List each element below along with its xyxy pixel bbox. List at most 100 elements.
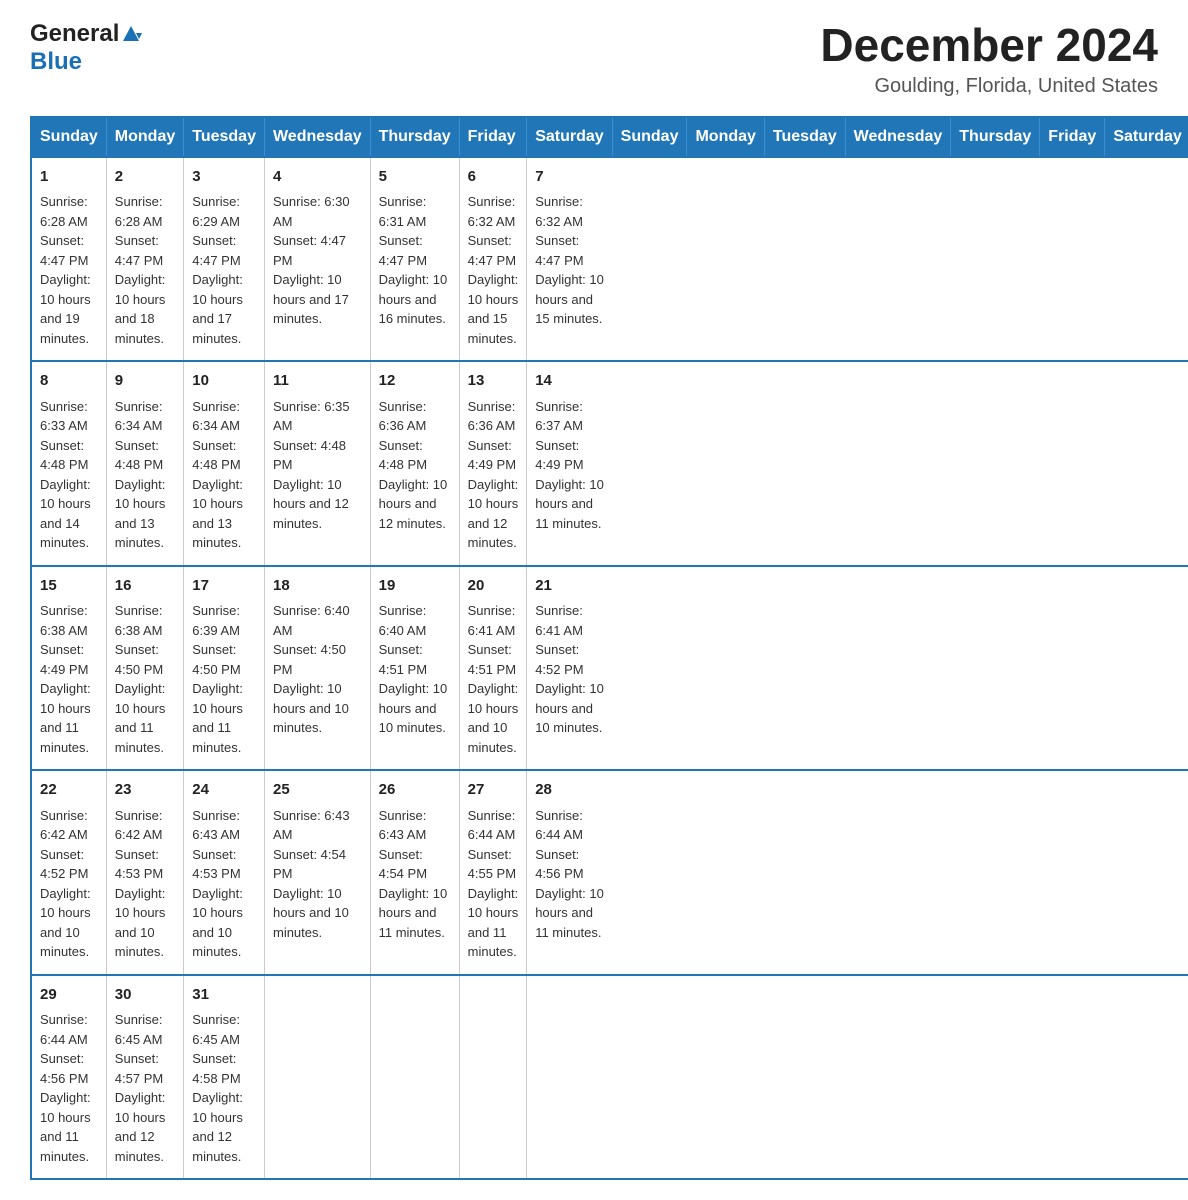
day-info: Sunrise: 6:33 AMSunset: 4:48 PMDaylight:…	[40, 397, 98, 553]
day-info: Sunrise: 6:34 AMSunset: 4:48 PMDaylight:…	[192, 397, 256, 553]
location-subtitle: Goulding, Florida, United States	[820, 75, 1158, 98]
day-cell: 6Sunrise: 6:32 AMSunset: 4:47 PMDaylight…	[459, 157, 527, 362]
day-cell	[264, 975, 370, 1180]
day-info: Sunrise: 6:41 AMSunset: 4:52 PMDaylight:…	[535, 601, 604, 738]
day-number: 14	[535, 370, 604, 393]
day-cell: 11Sunrise: 6:35 AMSunset: 4:48 PMDayligh…	[264, 361, 370, 566]
logo-general-text: General	[30, 20, 119, 48]
day-number: 29	[40, 984, 98, 1007]
day-number: 24	[192, 779, 256, 802]
day-cell: 23 Sunrise: 6:42 AMSunset: 4:53 PMDayligh…	[106, 770, 183, 975]
day-info: Sunrise: 6:45 AMSunset: 4:58 PMDaylight:…	[192, 1010, 256, 1166]
week-row-5: 29Sunrise: 6:44 AMSunset: 4:56 PMDayligh…	[31, 975, 1188, 1180]
day-number: 26	[379, 779, 451, 802]
day-number: 3	[192, 166, 256, 189]
col-header-monday: Monday	[106, 117, 183, 157]
day-number: 2	[115, 166, 175, 189]
day-cell: 5 Sunrise: 6:31 AMSunset: 4:47 PMDaylight…	[370, 157, 459, 362]
col-header-wednesday: Wednesday	[264, 117, 370, 157]
day-number: 18	[273, 575, 362, 598]
page-header: General Blue December 2024 Goulding, Flo…	[30, 20, 1158, 98]
day-info: Sunrise: 6:45 AMSunset: 4:57 PMDaylight:…	[115, 1010, 175, 1166]
day-cell: 26 Sunrise: 6:43 AMSunset: 4:54 PMDayligh…	[370, 770, 459, 975]
day-info: Sunrise: 6:42 AMSunset: 4:52 PMDaylight:…	[40, 806, 98, 962]
day-info: Sunrise: 6:44 AMSunset: 4:56 PMDaylight:…	[535, 806, 604, 943]
day-number: 20	[468, 575, 519, 598]
day-cell: 2Sunrise: 6:28 AMSunset: 4:47 PMDaylight…	[106, 157, 183, 362]
day-info: Sunrise: 6:30 AMSunset: 4:47 PMDaylight:…	[273, 192, 362, 329]
col-header-friday: Friday	[1040, 117, 1105, 157]
logo: General Blue	[30, 20, 143, 76]
logo-blue-text: Blue	[30, 48, 82, 76]
calendar-table: SundayMondayTuesdayWednesdayThursdayFrid…	[30, 116, 1188, 1181]
day-info: Sunrise: 6:44 AMSunset: 4:55 PMDaylight:…	[468, 806, 519, 962]
col-header-saturday: Saturday	[1105, 117, 1188, 157]
day-info: Sunrise: 6:43 AMSunset: 4:53 PMDaylight:…	[192, 806, 256, 962]
main-title: December 2024	[820, 20, 1158, 71]
day-cell: 31Sunrise: 6:45 AMSunset: 4:58 PMDayligh…	[184, 975, 265, 1180]
day-cell: 24 Sunrise: 6:43 AMSunset: 4:53 PMDayligh…	[184, 770, 265, 975]
day-info: Sunrise: 6:32 AMSunset: 4:47 PMDaylight:…	[468, 192, 519, 348]
day-info: Sunrise: 6:38 AMSunset: 4:49 PMDaylight:…	[40, 601, 98, 757]
day-cell: 10 Sunrise: 6:34 AMSunset: 4:48 PMDayligh…	[184, 361, 265, 566]
day-info: Sunrise: 6:40 AMSunset: 4:51 PMDaylight:…	[379, 601, 451, 738]
col-header-sunday: Sunday	[31, 117, 106, 157]
day-number: 10	[192, 370, 256, 393]
day-cell: 22 Sunrise: 6:42 AMSunset: 4:52 PMDayligh…	[31, 770, 106, 975]
day-info: Sunrise: 6:34 AMSunset: 4:48 PMDaylight:…	[115, 397, 175, 553]
day-cell: 18 Sunrise: 6:40 AMSunset: 4:50 PMDayligh…	[264, 566, 370, 771]
day-cell: 30Sunrise: 6:45 AMSunset: 4:57 PMDayligh…	[106, 975, 183, 1180]
day-cell: 19 Sunrise: 6:40 AMSunset: 4:51 PMDayligh…	[370, 566, 459, 771]
day-number: 28	[535, 779, 604, 802]
day-info: Sunrise: 6:42 AMSunset: 4:53 PMDaylight:…	[115, 806, 175, 962]
title-block: December 2024 Goulding, Florida, United …	[820, 20, 1158, 98]
day-number: 16	[115, 575, 175, 598]
day-info: Sunrise: 6:41 AMSunset: 4:51 PMDaylight:…	[468, 601, 519, 757]
day-cell: 7Sunrise: 6:32 AMSunset: 4:47 PMDaylight…	[527, 157, 612, 362]
day-cell: 9Sunrise: 6:34 AMSunset: 4:48 PMDaylight…	[106, 361, 183, 566]
col-header-wednesday: Wednesday	[845, 117, 951, 157]
day-cell: 27 Sunrise: 6:44 AMSunset: 4:55 PMDayligh…	[459, 770, 527, 975]
day-info: Sunrise: 6:28 AMSunset: 4:47 PMDaylight:…	[40, 192, 98, 348]
day-info: Sunrise: 6:31 AMSunset: 4:47 PMDaylight:…	[379, 192, 451, 329]
day-cell: 14 Sunrise: 6:37 AMSunset: 4:49 PMDayligh…	[527, 361, 612, 566]
day-cell: 21 Sunrise: 6:41 AMSunset: 4:52 PMDayligh…	[527, 566, 612, 771]
calendar-header-row: SundayMondayTuesdayWednesdayThursdayFrid…	[31, 117, 1188, 157]
week-row-4: 22 Sunrise: 6:42 AMSunset: 4:52 PMDayligh…	[31, 770, 1188, 975]
day-number: 17	[192, 575, 256, 598]
day-cell	[370, 975, 459, 1180]
day-cell: 29Sunrise: 6:44 AMSunset: 4:56 PMDayligh…	[31, 975, 106, 1180]
day-number: 4	[273, 166, 362, 189]
day-number: 19	[379, 575, 451, 598]
day-number: 25	[273, 779, 362, 802]
day-number: 1	[40, 166, 98, 189]
day-number: 5	[379, 166, 451, 189]
day-cell: 20 Sunrise: 6:41 AMSunset: 4:51 PMDayligh…	[459, 566, 527, 771]
day-info: Sunrise: 6:43 AMSunset: 4:54 PMDaylight:…	[379, 806, 451, 943]
day-number: 27	[468, 779, 519, 802]
day-info: Sunrise: 6:38 AMSunset: 4:50 PMDaylight:…	[115, 601, 175, 757]
day-number: 12	[379, 370, 451, 393]
day-info: Sunrise: 6:36 AMSunset: 4:48 PMDaylight:…	[379, 397, 451, 534]
day-info: Sunrise: 6:29 AMSunset: 4:47 PMDaylight:…	[192, 192, 256, 348]
day-info: Sunrise: 6:35 AMSunset: 4:48 PMDaylight:…	[273, 397, 362, 534]
day-info: Sunrise: 6:39 AMSunset: 4:50 PMDaylight:…	[192, 601, 256, 757]
day-cell: 3 Sunrise: 6:29 AMSunset: 4:47 PMDaylight…	[184, 157, 265, 362]
week-row-1: 1 Sunrise: 6:28 AMSunset: 4:47 PMDaylight…	[31, 157, 1188, 362]
day-cell: 4 Sunrise: 6:30 AMSunset: 4:47 PMDaylight…	[264, 157, 370, 362]
day-cell: 25Sunrise: 6:43 AMSunset: 4:54 PMDayligh…	[264, 770, 370, 975]
day-info: Sunrise: 6:40 AMSunset: 4:50 PMDaylight:…	[273, 601, 362, 738]
day-number: 23	[115, 779, 175, 802]
day-cell: 28 Sunrise: 6:44 AMSunset: 4:56 PMDayligh…	[527, 770, 612, 975]
day-cell: 12 Sunrise: 6:36 AMSunset: 4:48 PMDayligh…	[370, 361, 459, 566]
day-number: 21	[535, 575, 604, 598]
day-number: 13	[468, 370, 519, 393]
col-header-tuesday: Tuesday	[764, 117, 845, 157]
col-header-thursday: Thursday	[370, 117, 459, 157]
day-info: Sunrise: 6:37 AMSunset: 4:49 PMDaylight:…	[535, 397, 604, 534]
day-number: 22	[40, 779, 98, 802]
col-header-saturday: Saturday	[527, 117, 612, 157]
week-row-3: 15Sunrise: 6:38 AMSunset: 4:49 PMDayligh…	[31, 566, 1188, 771]
day-cell: 16 Sunrise: 6:38 AMSunset: 4:50 PMDayligh…	[106, 566, 183, 771]
day-cell: 17 Sunrise: 6:39 AMSunset: 4:50 PMDayligh…	[184, 566, 265, 771]
